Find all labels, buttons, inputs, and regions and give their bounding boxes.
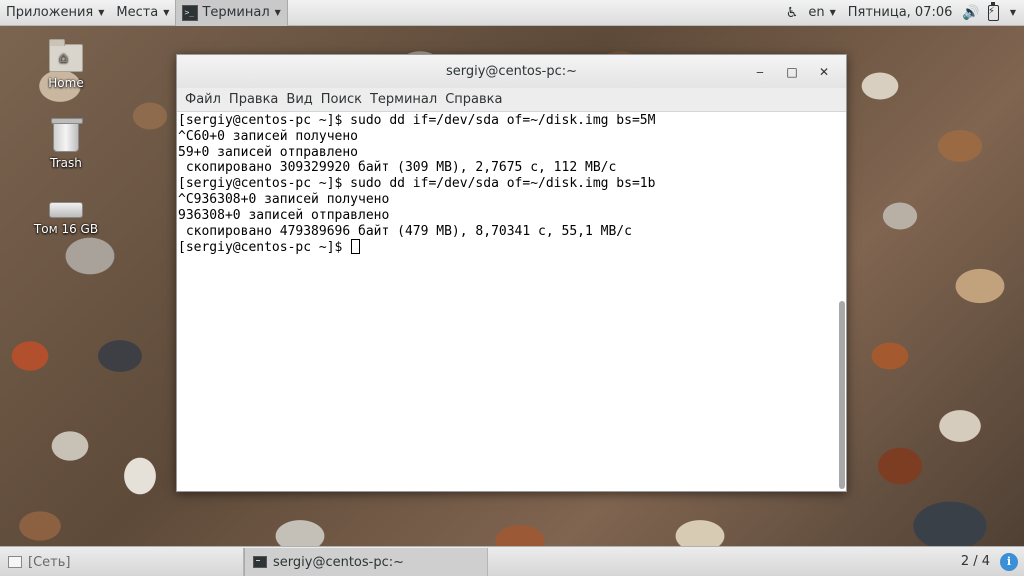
terminal-cursor xyxy=(351,239,361,255)
active-app-label: Терминал xyxy=(202,5,270,20)
terminal-prompt-line: [sergiy@centos-pc ~]$ xyxy=(178,239,832,256)
workspace-indicator[interactable]: 2 / 4 xyxy=(961,554,990,569)
terminal-window: sergiy@centos-pc:~ ‒ □ ✕ Файл Правка Вид… xyxy=(176,54,847,492)
desktop-icon-label: Home xyxy=(48,76,84,90)
menu-file[interactable]: Файл xyxy=(181,92,225,107)
terminal-line: скопировано 479389696 байт (479 MB), 8,7… xyxy=(178,223,632,239)
terminal-icon xyxy=(253,556,267,568)
applications-menu[interactable]: Приложения ▼ xyxy=(0,0,110,26)
active-app-menu[interactable]: >_ Терминал ▼ xyxy=(175,0,288,26)
desktop-icon-home[interactable]: ⌂ Home xyxy=(26,39,106,90)
desktop-icon-label: Том 16 GB xyxy=(33,222,99,236)
window-title: sergiy@centos-pc:~ xyxy=(445,64,577,79)
chevron-down-icon: ▼ xyxy=(829,8,836,17)
chevron-down-icon: ▼ xyxy=(98,8,105,17)
top-panel: Приложения ▼ Места ▼ >_ Терминал ▼ ♿ en … xyxy=(0,0,1024,26)
terminal-icon: >_ xyxy=(182,4,199,21)
bottom-taskbar: [Сеть] sergiy@centos-pc:~ 2 / 4 i xyxy=(0,546,1024,576)
terminal-prompt: [sergiy@centos-pc ~]$ xyxy=(178,240,351,256)
menu-terminal[interactable]: Терминал xyxy=(366,92,441,107)
drive-icon xyxy=(49,202,83,218)
clock[interactable]: Пятница, 07:06 xyxy=(842,0,959,26)
info-icon[interactable]: i xyxy=(1000,552,1018,571)
menu-view[interactable]: Вид xyxy=(282,92,316,107)
task-network[interactable]: [Сеть] xyxy=(0,548,244,576)
language-label: en xyxy=(808,5,825,20)
task-label: [Сеть] xyxy=(28,554,71,570)
volume-icon[interactable]: 🔊 xyxy=(958,5,983,21)
terminal-area[interactable]: [sergiy@centos-pc ~]$ sudo dd if=/dev/sd… xyxy=(177,112,846,491)
applications-menu-label: Приложения xyxy=(6,5,94,20)
terminal-line: [sergiy@centos-pc ~]$ sudo dd if=/dev/sd… xyxy=(178,113,656,128)
scrollbar-thumb[interactable] xyxy=(839,301,845,489)
battery-icon[interactable] xyxy=(987,1,999,21)
terminal-line: [sergiy@centos-pc ~]$ sudo dd if=/dev/sd… xyxy=(178,176,656,192)
menu-help[interactable]: Справка xyxy=(441,92,506,107)
maximize-button[interactable]: □ xyxy=(776,65,808,79)
desktop-icon-label: Trash xyxy=(50,156,82,170)
language-selector[interactable]: en ▼ xyxy=(802,0,841,26)
window-icon xyxy=(8,556,22,568)
menu-edit[interactable]: Правка xyxy=(225,92,282,107)
terminal-line: 59+0 записей отправлено xyxy=(178,144,359,160)
terminal-line: 936308+0 записей отправлено xyxy=(178,207,390,223)
accessibility-icon[interactable]: ♿ xyxy=(782,5,803,21)
close-button[interactable]: ✕ xyxy=(808,65,840,79)
terminal-scrollbar[interactable] xyxy=(838,114,845,489)
menubar: Файл Правка Вид Поиск Терминал Справка xyxy=(177,88,846,112)
desktop-icon-volume[interactable]: Том 16 GB xyxy=(26,196,106,236)
system-menu-chevron-icon[interactable]: ▼ xyxy=(1010,8,1016,17)
menu-search[interactable]: Поиск xyxy=(317,92,366,107)
window-titlebar[interactable]: sergiy@centos-pc:~ ‒ □ ✕ xyxy=(177,55,846,88)
minimize-button[interactable]: ‒ xyxy=(744,65,776,79)
home-folder-icon: ⌂ xyxy=(49,39,83,72)
chevron-down-icon: ▼ xyxy=(163,8,170,17)
task-terminal[interactable]: sergiy@centos-pc:~ xyxy=(244,548,488,576)
terminal-line: ^C936308+0 записей получено xyxy=(178,191,390,207)
places-menu-label: Места xyxy=(116,5,159,20)
terminal-line: скопировано 309329920 байт (309 MB), 2,7… xyxy=(178,160,617,176)
desktop-icon-trash[interactable]: Trash xyxy=(26,118,106,170)
places-menu[interactable]: Места ▼ xyxy=(110,0,175,26)
task-label: sergiy@centos-pc:~ xyxy=(273,554,405,570)
terminal-output: [sergiy@centos-pc ~]$ sudo dd if=/dev/sd… xyxy=(178,113,832,256)
terminal-line: ^C60+0 записей получено xyxy=(178,128,359,144)
chevron-down-icon: ▼ xyxy=(274,8,281,17)
trash-icon xyxy=(51,118,83,152)
